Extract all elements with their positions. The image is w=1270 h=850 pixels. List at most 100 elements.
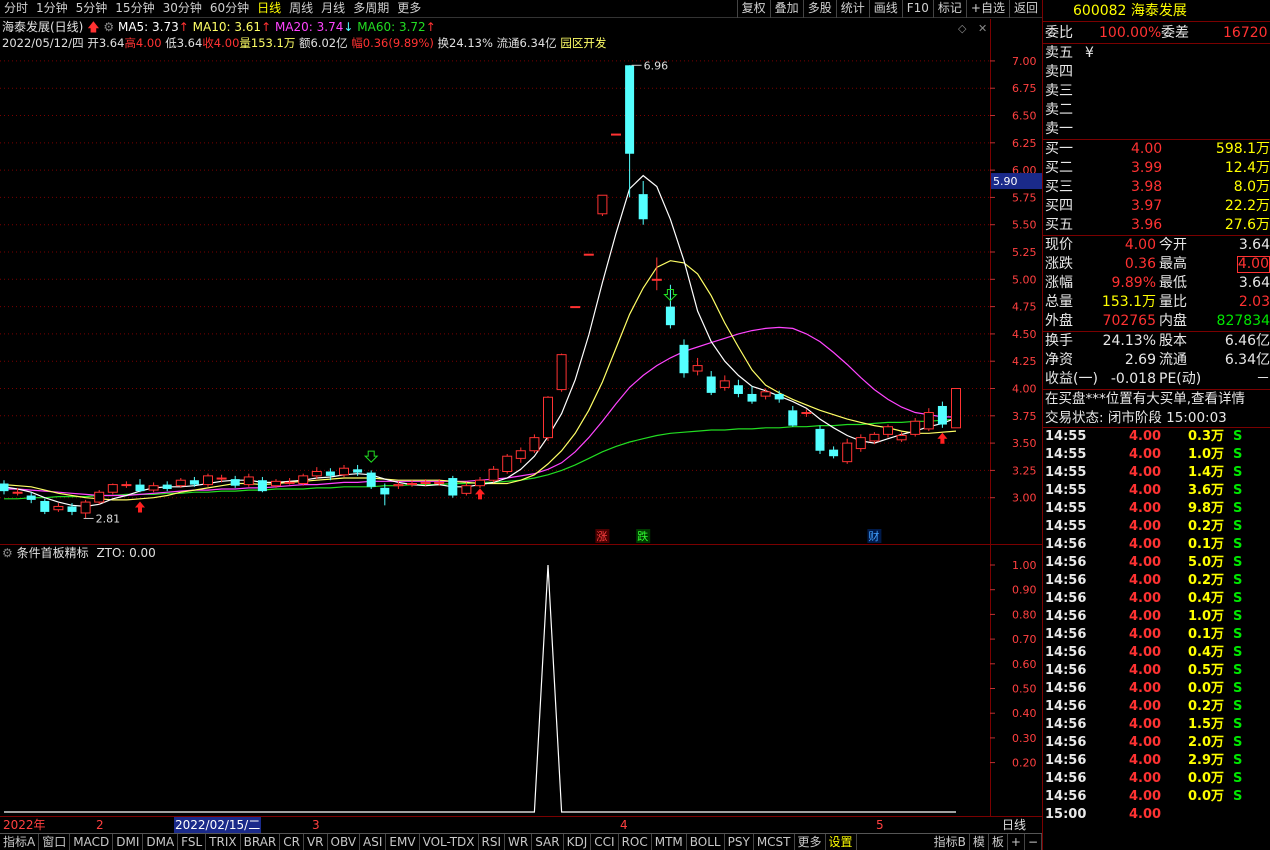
candle bbox=[380, 483, 390, 506]
indicator-tab-12[interactable]: EMV bbox=[386, 834, 420, 850]
stat-label: 内盘 bbox=[1159, 313, 1187, 329]
indicator-tab-3[interactable]: DMI bbox=[113, 834, 144, 850]
right-tab-1[interactable]: 模 bbox=[970, 834, 989, 850]
price-tick-label: 6.75 bbox=[1012, 82, 1037, 95]
tick-row: 15:00 4.00 bbox=[1043, 806, 1270, 824]
buy-label: 买五 bbox=[1045, 217, 1073, 233]
candle bbox=[855, 434, 866, 452]
candle bbox=[148, 482, 159, 493]
buy-row[interactable]: 买二 3.99 12.4万 bbox=[1043, 159, 1270, 178]
candle-body bbox=[801, 412, 812, 415]
indicator-tab-16[interactable]: SAR bbox=[532, 834, 564, 850]
sell-row[interactable]: 卖五 ¥ bbox=[1043, 44, 1270, 63]
candle-body bbox=[488, 468, 499, 481]
tick-side: S bbox=[1233, 591, 1243, 606]
candle-body bbox=[339, 467, 349, 476]
indicator-settings-icon[interactable]: ⚙ bbox=[2, 546, 13, 560]
tick-side: S bbox=[1233, 681, 1243, 696]
stat-row: 换手 24.13% 股本 6.46亿 bbox=[1043, 332, 1270, 351]
weibi-value: 100.00% bbox=[1099, 25, 1162, 41]
event-badge[interactable]: 涨 bbox=[596, 530, 607, 543]
date-label-2: 2022/02/15/二 bbox=[174, 817, 262, 833]
candle bbox=[475, 476, 485, 488]
candle bbox=[556, 353, 567, 392]
tick-volume: 0.2万 bbox=[1187, 699, 1224, 714]
big-order-notice[interactable]: 在买盘***位置有大买单,查看详情 bbox=[1043, 390, 1270, 409]
indicator-tab-18[interactable]: CCI bbox=[591, 834, 619, 850]
indicator-tick-label: 0.60 bbox=[1012, 658, 1037, 671]
indicator-tab-22[interactable]: PSY bbox=[725, 834, 754, 850]
buy-row[interactable]: 买五 3.96 27.6万 bbox=[1043, 216, 1270, 235]
period-label[interactable]: 日线 bbox=[1002, 817, 1026, 833]
tick-time: 14:56 bbox=[1045, 573, 1087, 588]
candle-body bbox=[434, 481, 445, 485]
sell-row[interactable]: 卖三 bbox=[1043, 82, 1270, 101]
candle-body bbox=[135, 484, 145, 492]
buy-row[interactable]: 买四 3.97 22.2万 bbox=[1043, 197, 1270, 216]
tick-time: 14:56 bbox=[1045, 609, 1087, 624]
candle-body bbox=[162, 484, 172, 489]
event-badge[interactable]: 财 bbox=[868, 529, 879, 543]
tick-volume: 1.0万 bbox=[1187, 609, 1224, 624]
indicator-tab-2[interactable]: MACD bbox=[70, 834, 114, 850]
kline-chart[interactable]: 6.962.81涨跌财 7.006.756.506.256.005.755.50… bbox=[0, 0, 1042, 850]
right-tab-0[interactable]: 指标B bbox=[931, 834, 970, 850]
candle bbox=[543, 396, 553, 441]
indicator-tab-13[interactable]: VOL-TDX bbox=[420, 834, 479, 850]
price-tick-label: 5.50 bbox=[1012, 219, 1037, 232]
stock-name: 海泰发展 bbox=[1130, 3, 1187, 19]
tick-row: 14:56 4.00 0.4万 S bbox=[1043, 590, 1270, 608]
tick-side: S bbox=[1233, 555, 1243, 570]
buy-row[interactable]: 买三 3.98 8.0万 bbox=[1043, 178, 1270, 197]
tick-list[interactable]: 14:55 4.00 0.3万 S 14:55 4.00 1.0万 S 14:55 4.00 1.4… bbox=[1043, 428, 1270, 824]
indicator-tab-11[interactable]: ASI bbox=[360, 834, 387, 850]
candle bbox=[815, 425, 825, 455]
zoom-in-icon[interactable]: + bbox=[1008, 834, 1025, 850]
indicator-tab-1[interactable]: 窗口 bbox=[39, 834, 71, 850]
sell-row[interactable]: 卖二 bbox=[1043, 101, 1270, 120]
tick-price: 4.00 bbox=[1129, 789, 1162, 804]
stock-header: 600082 海泰发展 bbox=[1043, 0, 1270, 22]
indicator-tab-8[interactable]: CR bbox=[280, 834, 304, 850]
stat-value: 153.1万 bbox=[1101, 294, 1156, 310]
indicator-tab-23[interactable]: MCST bbox=[754, 834, 795, 850]
candle-body bbox=[923, 412, 934, 430]
candle-body bbox=[284, 481, 295, 484]
indicator-tab-0[interactable]: 指标A bbox=[0, 834, 40, 850]
tick-price: 4.00 bbox=[1129, 501, 1162, 516]
right-tab-2[interactable]: 板 bbox=[989, 834, 1008, 850]
tick-side: S bbox=[1233, 501, 1243, 516]
indicator-tick-label: 0.20 bbox=[1012, 757, 1037, 770]
tick-row: 14:56 4.00 0.2万 S bbox=[1043, 572, 1270, 590]
tick-price: 4.00 bbox=[1129, 465, 1162, 480]
indicator-tab-17[interactable]: KDJ bbox=[564, 834, 592, 850]
zoom-out-icon[interactable]: − bbox=[1025, 834, 1042, 850]
tick-volume: 2.9万 bbox=[1187, 753, 1224, 768]
price-tick-label: 4.50 bbox=[1012, 328, 1037, 341]
event-badge[interactable]: 跌 bbox=[637, 529, 648, 543]
indicator-tab-9[interactable]: VR bbox=[304, 834, 328, 850]
buy-row[interactable]: 买一 4.00 598.1万 bbox=[1043, 140, 1270, 159]
candle-body bbox=[94, 491, 105, 503]
indicator-tab-4[interactable]: DMA bbox=[143, 834, 179, 850]
indicator-tab-7[interactable]: BRAR bbox=[241, 834, 281, 850]
tick-time: 14:56 bbox=[1045, 717, 1087, 732]
indicator-tab-15[interactable]: WR bbox=[505, 834, 533, 850]
indicator-tab-21[interactable]: BOLL bbox=[687, 834, 725, 850]
tick-price: 4.00 bbox=[1129, 645, 1162, 660]
indicator-tab-6[interactable]: TRIX bbox=[206, 834, 241, 850]
stat-value: 2.03 bbox=[1238, 294, 1270, 310]
stat-value: 6.34亿 bbox=[1224, 352, 1270, 368]
sell-row[interactable]: 卖一 bbox=[1043, 120, 1270, 139]
tick-side: S bbox=[1233, 771, 1243, 786]
candle bbox=[951, 388, 961, 429]
indicator-tab-24[interactable]: 更多 bbox=[795, 834, 826, 850]
indicator-tab-20[interactable]: MTM bbox=[652, 834, 687, 850]
indicator-tab-14[interactable]: RSI bbox=[479, 834, 506, 850]
indicator-tab-25[interactable]: 设置 bbox=[826, 834, 857, 850]
tick-price: 4.00 bbox=[1129, 537, 1162, 552]
sell-row[interactable]: 卖四 bbox=[1043, 63, 1270, 82]
indicator-tab-5[interactable]: FSL bbox=[178, 834, 207, 850]
indicator-tab-19[interactable]: ROC bbox=[619, 834, 652, 850]
indicator-tab-10[interactable]: OBV bbox=[328, 834, 361, 850]
